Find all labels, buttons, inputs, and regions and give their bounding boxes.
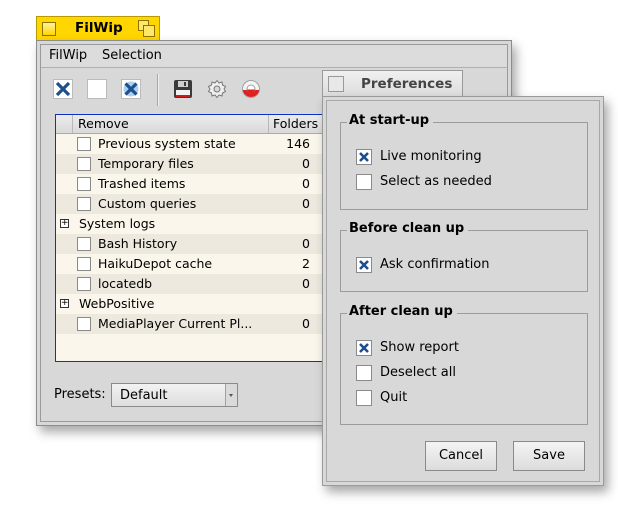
item-label: HaikuDepot cache — [98, 256, 213, 271]
folders-count: 0 — [302, 276, 310, 291]
expand-icon[interactable]: + — [60, 299, 69, 308]
preferences-window-tab[interactable]: Preferences — [322, 70, 463, 97]
folders-count: 2 — [302, 256, 310, 271]
gear-icon — [207, 79, 227, 99]
list-header: Remove Folders — [56, 115, 344, 134]
list-item[interactable]: Bash History 0 — [56, 234, 344, 254]
checkbox-box[interactable] — [356, 365, 372, 381]
checkbox-box[interactable] — [356, 257, 372, 273]
group-title: Before clean up — [347, 221, 469, 236]
list-item[interactable]: Previous system state 146 — [56, 134, 344, 154]
expand-icon[interactable]: + — [60, 219, 69, 228]
presets-dropdown[interactable]: Default — [111, 383, 238, 407]
preferences-title: Preferences — [361, 76, 453, 92]
group-after-clean-up: After clean up Show report Deselect all … — [340, 304, 588, 425]
check-x-icon — [359, 260, 369, 270]
invert-selection-icon — [121, 79, 141, 99]
group-title: At start-up — [347, 113, 434, 128]
item-label: Temporary files — [98, 156, 194, 171]
remove-checkbox[interactable] — [77, 197, 91, 211]
checkbox-label: Show report — [380, 340, 459, 355]
checkbox-box[interactable] — [356, 149, 372, 165]
save-preferences-button[interactable]: Save — [513, 441, 585, 471]
list-group-row[interactable]: + System logs — [56, 214, 344, 234]
select-all-icon — [53, 79, 73, 99]
save-button[interactable] — [173, 79, 193, 99]
preferences-close-button[interactable] — [328, 76, 344, 92]
select-none-icon — [87, 79, 107, 99]
zoom-icon-front — [143, 25, 155, 37]
remove-checkbox[interactable] — [77, 317, 91, 331]
group-before-clean-up: Before clean up Ask confirmation — [340, 221, 588, 292]
item-label: MediaPlayer Current Pl... — [98, 316, 253, 331]
group-label: WebPositive — [79, 296, 155, 311]
close-button[interactable] — [42, 22, 56, 36]
folders-count: 0 — [302, 156, 310, 171]
cleanup-list[interactable]: Remove Folders Previous system state 146 T… — [55, 114, 345, 362]
checkbox-label: Deselect all — [380, 365, 456, 380]
check-x-icon — [359, 152, 369, 162]
save-icon — [174, 80, 192, 98]
remove-checkbox[interactable] — [77, 257, 91, 271]
list-item[interactable]: Temporary files 0 — [56, 154, 344, 174]
item-label: Custom queries — [98, 196, 197, 211]
group-label: System logs — [79, 216, 156, 231]
invert-selection-button[interactable] — [121, 79, 141, 99]
checkbox-box[interactable] — [356, 174, 372, 190]
group-at-startup: At start-up Live monitoring Select as ne… — [340, 113, 588, 210]
list-item[interactable]: MediaPlayer Current Pl... 0 — [56, 314, 344, 334]
list-group-row[interactable]: + WebPositive — [56, 294, 344, 314]
remove-checkbox[interactable] — [77, 237, 91, 251]
remove-checkbox[interactable] — [77, 137, 91, 151]
check-x-icon — [359, 343, 369, 353]
folders-count: 0 — [302, 236, 310, 251]
zoom-button[interactable] — [138, 20, 155, 37]
help-lifebuoy-icon — [242, 80, 260, 98]
folders-count: 146 — [286, 136, 310, 151]
folders-count: 0 — [302, 196, 310, 211]
checkbox-box[interactable] — [356, 390, 372, 406]
header-checkbox-column — [56, 115, 73, 133]
main-window-tab[interactable]: FilWip — [36, 16, 160, 41]
menu-filwip[interactable]: FilWip — [49, 48, 87, 63]
preferences-window: At start-up Live monitoring Select as ne… — [322, 96, 604, 486]
help-button[interactable] — [241, 79, 261, 99]
presets-value: Default — [120, 388, 168, 403]
remove-checkbox[interactable] — [77, 277, 91, 291]
window-title: FilWip — [75, 20, 123, 36]
column-header-folders-label: Folders — [273, 116, 319, 131]
item-label: Trashed items — [98, 176, 186, 191]
settings-button[interactable] — [207, 79, 227, 99]
menu-selection[interactable]: Selection — [102, 48, 162, 63]
item-label: locatedb — [98, 276, 153, 291]
checkbox-label: Select as needed — [380, 174, 492, 189]
item-label: Bash History — [98, 236, 178, 251]
checkbox-label: Quit — [380, 390, 408, 405]
cancel-button[interactable]: Cancel — [425, 441, 497, 471]
chevron-down-icon — [225, 384, 237, 406]
checkbox-box[interactable] — [356, 340, 372, 356]
group-title: After clean up — [347, 304, 457, 319]
list-item[interactable]: Custom queries 0 — [56, 194, 344, 214]
folders-count: 0 — [302, 176, 310, 191]
menu-bar: FilWip Selection — [41, 45, 507, 68]
checkbox-label: Live monitoring — [380, 149, 482, 164]
item-label: Previous system state — [98, 136, 236, 151]
list-item[interactable]: Trashed items 0 — [56, 174, 344, 194]
list-item[interactable]: locatedb 0 — [56, 274, 344, 294]
checkbox-label: Ask confirmation — [380, 257, 490, 272]
folders-count: 0 — [302, 316, 310, 331]
presets-label: Presets: — [54, 387, 106, 402]
remove-checkbox[interactable] — [77, 177, 91, 191]
toolbar-separator — [157, 74, 159, 106]
select-all-button[interactable] — [53, 79, 73, 99]
list-item[interactable]: HaikuDepot cache 2 — [56, 254, 344, 274]
select-none-button[interactable] — [87, 79, 107, 99]
column-header-remove[interactable]: Remove — [78, 116, 129, 131]
remove-checkbox[interactable] — [77, 157, 91, 171]
